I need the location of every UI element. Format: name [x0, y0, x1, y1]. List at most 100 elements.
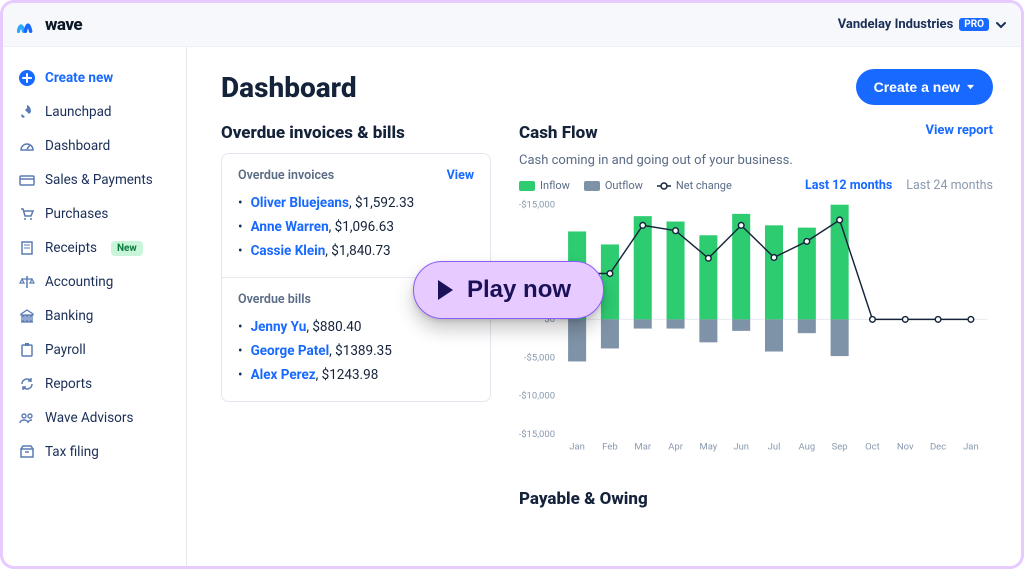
overdue-invoices-view-link[interactable]: View	[447, 168, 474, 183]
new-badge: New	[111, 241, 143, 256]
topbar: wave Vandelay Industries PRO	[3, 3, 1021, 47]
cashflow-chart: -$15,000-$10,000-$5,000$0-$15,000JanFebM…	[519, 199, 993, 469]
play-icon	[438, 280, 453, 300]
sidebar-item-label: Reports	[45, 376, 92, 392]
company-name: Vandelay Industries	[838, 17, 954, 32]
sidebar-item-label: Sales & Payments	[45, 172, 153, 188]
list-item: Alex Perez, $1243.98	[238, 363, 474, 387]
sidebar-item-payroll[interactable]: Payroll	[3, 333, 186, 367]
play-now-button[interactable]: Play now	[413, 261, 604, 319]
people-icon	[19, 410, 35, 426]
page-header: Dashboard Create a new	[221, 69, 993, 105]
overdue-section-title: Overdue invoices & bills	[221, 123, 491, 143]
cashflow-legend: Inflow Outflow Net change Last 12 months…	[519, 178, 993, 193]
sidebar-item-wave-advisors[interactable]: Wave Advisors	[3, 401, 186, 435]
plan-badge: PRO	[959, 18, 989, 31]
sidebar-create-new[interactable]: Create new	[3, 61, 186, 95]
svg-text:-$15,000: -$15,000	[519, 429, 555, 440]
cashflow-title: Cash Flow	[519, 123, 793, 143]
sidebar-item-label: Tax filing	[45, 444, 99, 460]
person-link[interactable]: Jenny Yu	[251, 319, 307, 335]
create-button-label: Create a new	[874, 79, 960, 95]
svg-text:Oct: Oct	[865, 441, 880, 452]
sidebar-create-label: Create new	[45, 70, 113, 86]
range-selector: Last 12 months Last 24 months	[805, 178, 993, 193]
inflow-swatch-icon	[519, 181, 535, 191]
plus-circle-icon	[19, 70, 35, 86]
sidebar-item-label: Purchases	[45, 206, 108, 222]
net-change-icon	[657, 179, 671, 193]
cashflow-view-report-link[interactable]: View report	[925, 123, 993, 138]
svg-text:-$15,000: -$15,000	[519, 200, 555, 211]
sidebar-item-label: Payroll	[45, 342, 86, 358]
sidebar-item-reports[interactable]: Reports	[3, 367, 186, 401]
scale-icon	[19, 274, 35, 290]
range-12-months[interactable]: Last 12 months	[805, 178, 892, 193]
person-link[interactable]: Alex Perez	[251, 367, 316, 383]
svg-text:Dec: Dec	[930, 441, 946, 452]
sidebar-item-label: Wave Advisors	[45, 410, 133, 426]
svg-text:-$5,000: -$5,000	[524, 352, 555, 363]
svg-text:Sep: Sep	[832, 441, 848, 452]
sidebar-item-banking[interactable]: Banking	[3, 299, 186, 333]
overdue-invoices-list: Oliver Bluejeans, $1,592.33Anne Warren, …	[238, 191, 474, 263]
play-now-label: Play now	[467, 276, 571, 304]
svg-text:Jan: Jan	[963, 441, 979, 452]
person-link[interactable]: Cassie Klein	[251, 243, 326, 259]
svg-text:Jul: Jul	[768, 441, 781, 452]
svg-text:Mar: Mar	[634, 441, 651, 452]
gauge-icon	[19, 138, 35, 154]
chevron-down-icon	[995, 19, 1007, 31]
sidebar-item-label: Dashboard	[45, 138, 110, 154]
cashflow-description: Cash coming in and going out of your bus…	[519, 153, 793, 168]
brand-name: wave	[45, 15, 82, 35]
overdue-bills-heading: Overdue bills	[238, 292, 311, 307]
svg-text:Nov: Nov	[897, 441, 914, 452]
company-switcher[interactable]: Vandelay Industries PRO	[838, 17, 1007, 32]
caret-down-icon	[966, 84, 975, 91]
sidebar-item-receipts[interactable]: Receipts New	[3, 231, 186, 265]
person-link[interactable]: Anne Warren	[251, 219, 329, 235]
receipt-icon	[19, 240, 35, 256]
main: Dashboard Create a new Overdue invoices …	[187, 47, 1021, 566]
list-item: Anne Warren, $1,096.63	[238, 215, 474, 239]
sidebar-item-sales-payments[interactable]: Sales & Payments	[3, 163, 186, 197]
sidebar-item-accounting[interactable]: Accounting	[3, 265, 186, 299]
cashflow-column: Cash Flow Cash coming in and going out o…	[519, 123, 993, 509]
svg-text:Aug: Aug	[798, 441, 815, 452]
bank-icon	[19, 308, 35, 324]
brand-logo[interactable]: wave	[17, 15, 82, 35]
sidebar-item-purchases[interactable]: Purchases	[3, 197, 186, 231]
cart-icon	[19, 206, 35, 222]
payable-owing-title: Payable & Owing	[519, 489, 993, 509]
svg-text:May: May	[699, 441, 717, 452]
sidebar: Create new Launchpad Dashboard Sales & Pay…	[3, 47, 187, 566]
sidebar-item-tax-filing[interactable]: Tax filing	[3, 435, 186, 469]
sidebar-item-label: Banking	[45, 308, 93, 324]
clipboard-icon	[19, 342, 35, 358]
list-item: Oliver Bluejeans, $1,592.33	[238, 191, 474, 215]
sidebar-item-launchpad[interactable]: Launchpad	[3, 95, 186, 129]
outflow-swatch-icon	[584, 181, 600, 191]
svg-text:Jun: Jun	[733, 441, 749, 452]
legend-net: Net change	[657, 179, 732, 193]
sidebar-item-label: Receipts	[45, 240, 97, 256]
sidebar-item-label: Launchpad	[45, 104, 112, 120]
person-link[interactable]: Oliver Bluejeans	[251, 195, 349, 211]
refresh-icon	[19, 376, 35, 392]
rocket-icon	[19, 104, 35, 120]
svg-text:Feb: Feb	[602, 441, 617, 452]
list-item: George Patel, $1389.35	[238, 339, 474, 363]
card-icon	[19, 172, 35, 188]
create-a-new-button[interactable]: Create a new	[856, 69, 993, 105]
svg-text:Jan: Jan	[569, 441, 585, 452]
sidebar-item-label: Accounting	[45, 274, 113, 290]
sidebar-item-dashboard[interactable]: Dashboard	[3, 129, 186, 163]
svg-text:Apr: Apr	[668, 441, 683, 452]
range-24-months[interactable]: Last 24 months	[906, 178, 993, 193]
legend-inflow: Inflow	[519, 179, 570, 192]
overdue-invoices-heading: Overdue invoices	[238, 168, 334, 183]
legend-outflow: Outflow	[584, 179, 643, 192]
list-item: Cassie Klein, $1,840.73	[238, 239, 474, 263]
person-link[interactable]: George Patel	[251, 343, 330, 359]
